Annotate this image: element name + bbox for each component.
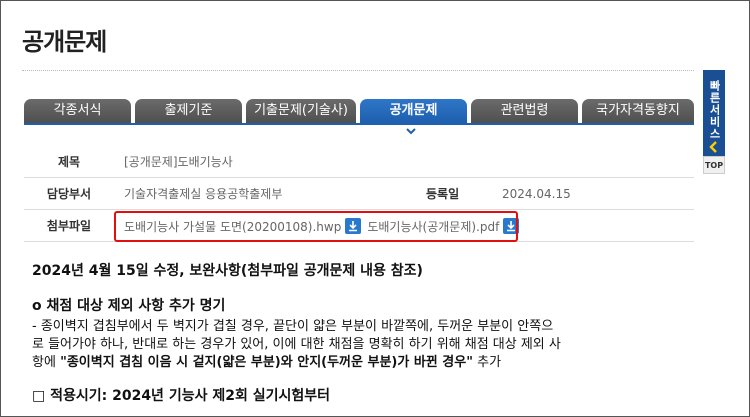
body-paragraph-line: 항에 "종이벽지 겹침 이음 시 겉지(얇은 부분)와 안지(두꺼운 부분)가 …: [32, 351, 501, 370]
title-value: [공개문제]도배기능사: [124, 155, 233, 169]
body-heading: 2024년 4월 15일 수정, 보완사항(첨부파일 공개문제 내용 참조): [32, 263, 423, 279]
body-subheading: o 채점 대상 제외 사항 추가 명기: [32, 298, 226, 314]
quick-service-toggle[interactable]: [703, 138, 725, 156]
date-value: 2024.04.15: [502, 187, 571, 201]
body-text: 추가: [473, 355, 502, 370]
chevron-left-icon: [709, 141, 717, 153]
page-title: 공개문제: [22, 28, 107, 56]
tab-national-qualification-trends[interactable]: 국가자격동향지: [582, 99, 694, 123]
tab-related-laws[interactable]: 관련법령: [471, 99, 578, 123]
tab-exam-criteria[interactable]: 출제기준: [135, 99, 242, 123]
dept-label: 담당부서: [46, 187, 92, 201]
highlight-box: [114, 211, 518, 242]
tabs-underline: [24, 123, 694, 125]
tab-forms[interactable]: 각종서식: [24, 99, 131, 123]
tab-bar: 각종서식 출제기준 기출문제(기술사) 공개문제 관련법령 국가자격동향지: [24, 99, 694, 123]
info-row-dept: 담당부서 기술자격출제실 응용공학출제부 등록일 2024.04.15: [24, 178, 694, 210]
scroll-top-button[interactable]: TOP: [703, 156, 725, 174]
date-label: 등록일: [426, 187, 460, 201]
body-effective-date: □ 적용시기: 2024년 기능사 제2회 실기시험부터: [32, 388, 330, 404]
body-text: 항에: [32, 355, 61, 370]
info-row-title: 제목 [공개문제]도배기능사: [24, 146, 694, 178]
tab-public-problems[interactable]: 공개문제: [360, 99, 467, 123]
body-emphasis: "종이벽지 겹침 이음 시 겉지(얇은 부분)와 안지(두꺼운 부분)가 바뀐 …: [60, 355, 473, 370]
body-paragraph: - 종이벽지 겹침부에서 두 벽지가 겹칠 경우, 끝단이 얇은 부분이 바깥쪽…: [32, 319, 554, 334]
attach-label: 첨부파일: [46, 219, 92, 233]
tab-past-exams[interactable]: 기출문제(기술사): [246, 99, 356, 123]
title-label: 제목: [57, 155, 81, 169]
title-divider: [22, 70, 694, 71]
chevron-down-icon: [406, 128, 416, 135]
body-paragraph: 로 들어가야 하나, 반대로 하는 경우가 있어, 이에 대한 채점을 명확히 …: [32, 337, 561, 352]
dept-value: 기술자격출제실 응용공학출제부: [124, 187, 283, 201]
